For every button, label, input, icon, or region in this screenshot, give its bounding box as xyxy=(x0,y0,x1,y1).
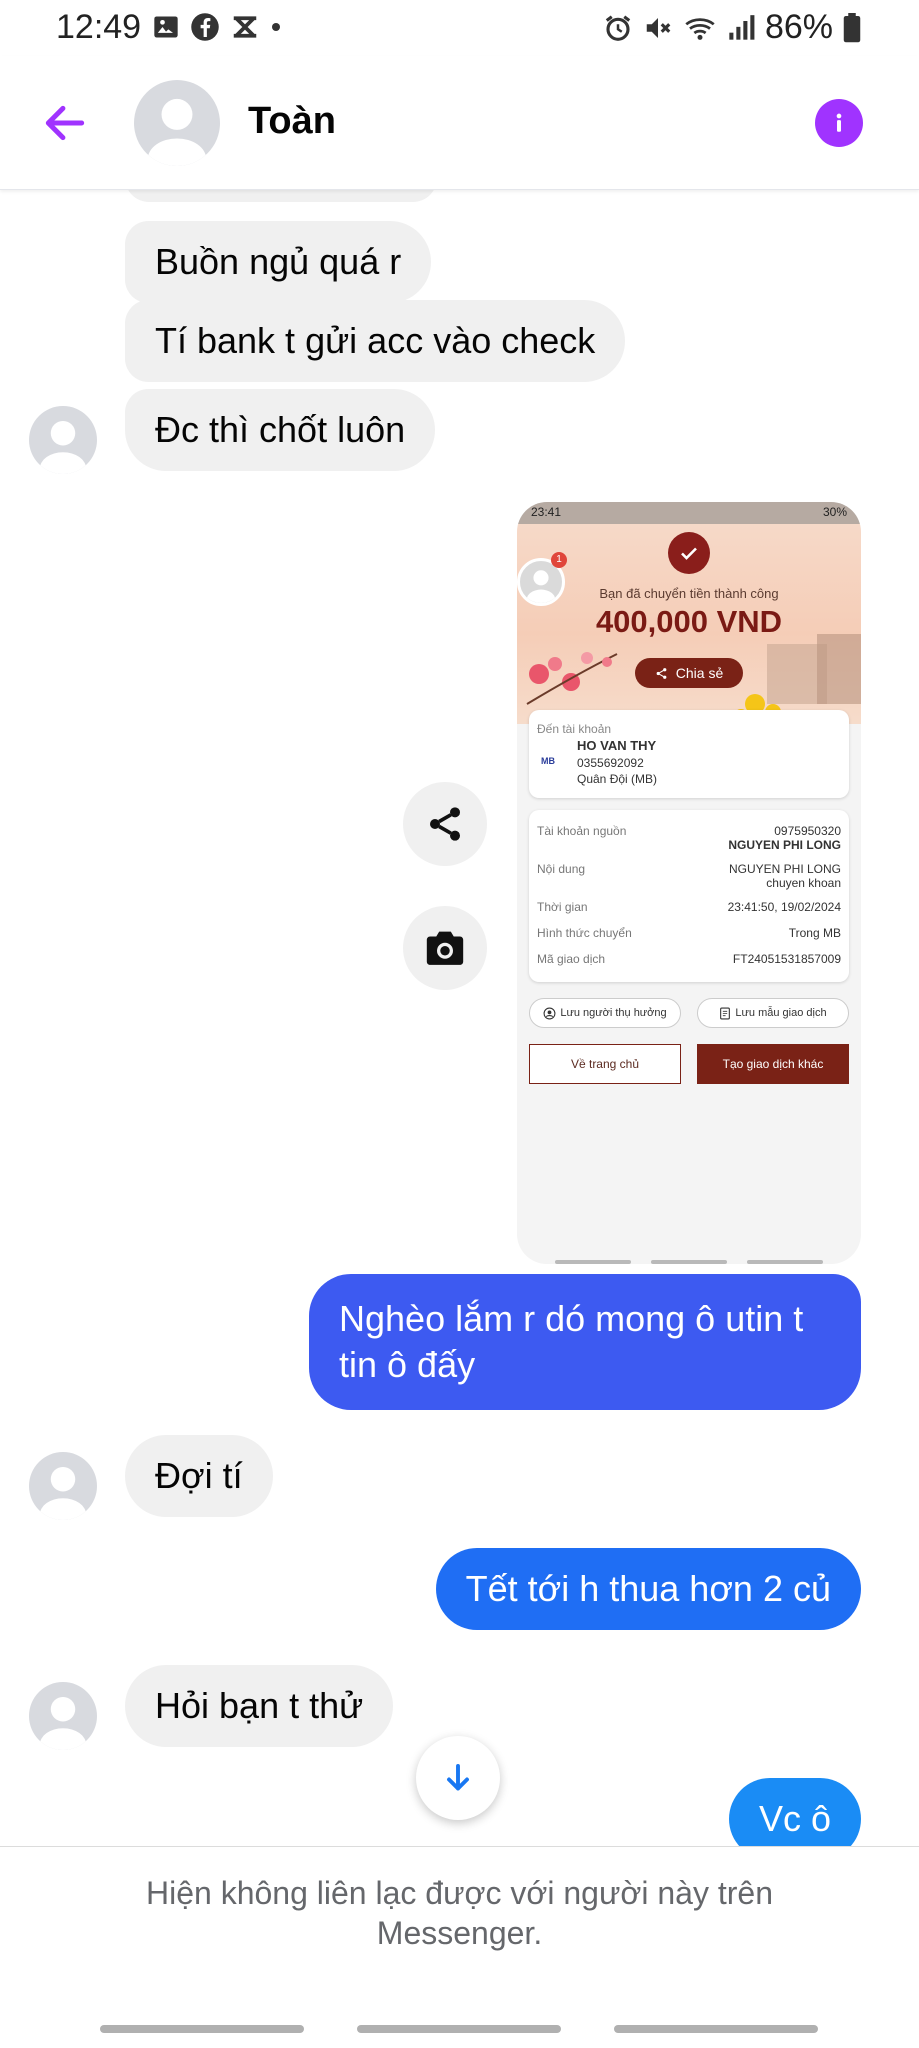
detail-value-secondary: chuyen khoan xyxy=(766,876,841,890)
contact-name[interactable]: Toàn xyxy=(248,100,336,143)
detail-row: Mã giao dịch FT24051531857009 xyxy=(537,952,841,968)
nav-bar-pill xyxy=(614,2025,818,2033)
new-transaction-button: Tạo giao dịch khác xyxy=(697,1044,849,1084)
nav-bar-pill xyxy=(357,2025,561,2033)
recipient-bank: Quân Đội (MB) xyxy=(577,772,658,786)
battery-icon xyxy=(843,12,861,42)
contact-avatar-small[interactable] xyxy=(29,1452,97,1520)
capcut-icon xyxy=(233,16,257,38)
message-bubble-incoming[interactable]: Hỏi bạn t thử xyxy=(125,1665,394,1747)
scroll-to-bottom-button[interactable] xyxy=(416,1736,500,1820)
notification-icons xyxy=(152,12,282,42)
share-icon xyxy=(430,807,460,841)
conversation-header: Toàn xyxy=(0,56,919,190)
detail-value: 23:41:50, 19/02/2024 xyxy=(727,900,841,914)
dot-icon xyxy=(272,23,280,31)
info-icon xyxy=(836,113,842,132)
info-button[interactable] xyxy=(815,99,863,147)
attachment-nav-bar xyxy=(651,1260,727,1264)
battery-level: 86% xyxy=(764,8,833,46)
transaction-details-card: Tài khoản nguồn 0975950320 NGUYEN PHI LO… xyxy=(529,810,849,982)
recipient-account: 0355692092 xyxy=(577,756,644,770)
transfer-amount: 400,000 VND xyxy=(595,604,783,639)
attachment-nav-bar xyxy=(747,1260,823,1264)
message-bubble-outgoing[interactable]: Tết tới h thua hơn 2 củ xyxy=(435,1548,861,1630)
unavailable-footer: Hiện không liên lạc được với người này t… xyxy=(0,1846,919,2048)
camera-icon xyxy=(426,931,464,965)
attachment-status-bar: 23:41 30% xyxy=(517,502,861,524)
message-text: Đợi tí xyxy=(155,1455,243,1496)
save-template-pill: Lưu mẫu giao dịch xyxy=(697,998,849,1028)
share-label: Chia sẻ xyxy=(675,665,724,681)
user-icon xyxy=(543,1007,556,1019)
detail-value: NGUYEN PHI LONG xyxy=(728,862,841,876)
attachment-status-battery: 30% xyxy=(822,505,847,519)
detail-row: Thời gian 23:41:50, 19/02/2024 xyxy=(537,900,841,916)
facebook-icon xyxy=(191,13,219,41)
message-bubble-outgoing[interactable]: Nghèo lắm r dó mong ô utin t tin ô đấy xyxy=(309,1274,861,1410)
detail-row: Hình thức chuyển Trong MB xyxy=(537,926,841,942)
detail-row: Nội dung NGUYEN PHI LONG chuyen khoan xyxy=(537,862,841,890)
save-beneficiary-pill: Lưu người thụ hưởng xyxy=(529,998,681,1028)
message-text: Tết tới h thua hơn 2 củ xyxy=(465,1568,831,1609)
image-attachment[interactable]: 23:41 30% 1 Bạn đã chuyển tiền thành côn… xyxy=(517,502,861,1264)
detail-value: FT24051531857009 xyxy=(732,952,841,966)
recipient-card: Đến tài khoản MB HO VAN THY 0355692092 Q… xyxy=(529,710,849,798)
recipient-name: HO VAN THY xyxy=(577,738,657,753)
save-beneficiary-label: Lưu người thụ hưởng xyxy=(560,1007,667,1019)
detail-key: Hình thức chuyển xyxy=(537,926,632,940)
detail-key: Thời gian xyxy=(537,900,588,914)
detail-value: Trong MB xyxy=(788,926,841,940)
message-bubble-incoming[interactable]: Đợi tí xyxy=(125,1435,273,1517)
detail-key: Mã giao dịch xyxy=(537,952,606,966)
detail-row: Tài khoản nguồn 0975950320 NGUYEN PHI LO… xyxy=(537,824,841,852)
gallery-icon xyxy=(154,16,178,38)
back-button[interactable] xyxy=(40,98,90,148)
message-text: Nghèo lắm r dó mong ô utin t xyxy=(339,1298,804,1339)
detail-key: Nội dung xyxy=(537,862,586,876)
document-icon xyxy=(720,1007,731,1019)
share-icon xyxy=(656,667,667,679)
wifi-icon xyxy=(685,17,715,40)
alarm-icon xyxy=(605,15,631,41)
nav-bar-pill xyxy=(100,2025,304,2033)
share-button[interactable] xyxy=(403,782,487,866)
attachment-share-button: Chia sẻ xyxy=(635,658,743,688)
detail-key: Tài khoản nguồn xyxy=(537,824,627,838)
unavailable-notice: Hiện không liên lạc được với người này t… xyxy=(146,1875,773,1951)
status-bar: 12:49 86% xyxy=(0,0,919,56)
message-text: tin ô đấy xyxy=(339,1344,476,1385)
detail-value-secondary: NGUYEN PHI LONG xyxy=(728,838,841,852)
message-text: Hỏi bạn t thử xyxy=(155,1685,364,1726)
message-text: Vc ô xyxy=(758,1798,831,1839)
camera-button[interactable] xyxy=(403,906,487,990)
signal-icon xyxy=(729,14,755,40)
message-bubble-incoming[interactable]: Tí bank t gửi acc vào check xyxy=(125,300,626,382)
home-button: Về trang chủ xyxy=(529,1044,681,1084)
recipient-label: Đến tài khoản xyxy=(537,722,612,736)
message-text: Tí bank t gửi acc vào check xyxy=(155,320,596,361)
message-text: Buồn ngủ quá r xyxy=(155,241,402,282)
message-text: Đc thì chốt luôn xyxy=(155,409,406,450)
message-bubble-incoming[interactable]: Buồn ngủ quá r xyxy=(125,221,432,303)
status-time: 12:49 xyxy=(56,8,142,46)
transfer-subtitle: Bạn đã chuyển tiền thành công xyxy=(599,586,779,601)
contact-avatar-small[interactable] xyxy=(29,1682,97,1750)
message-bubble-incoming[interactable]: Đc thì chốt luôn xyxy=(125,389,436,471)
success-banner: 1 Bạn đã chuyển tiền thành công 400,000 … xyxy=(517,524,861,724)
arrow-down-icon xyxy=(447,1764,469,1791)
mute-icon xyxy=(646,17,671,38)
contact-avatar-small[interactable] xyxy=(29,406,97,474)
bank-logo: MB xyxy=(541,756,555,766)
success-check-icon xyxy=(668,532,710,574)
notification-badge: 1 xyxy=(551,552,567,568)
attachment-nav-bar xyxy=(555,1260,631,1264)
contact-avatar[interactable] xyxy=(134,80,220,166)
attachment-status-time: 23:41 xyxy=(531,505,562,519)
arrow-left-icon xyxy=(45,105,85,141)
detail-value: 0975950320 xyxy=(774,824,841,838)
system-icons: 86% xyxy=(603,8,861,47)
save-template-label: Lưu mẫu giao dịch xyxy=(735,1007,827,1019)
